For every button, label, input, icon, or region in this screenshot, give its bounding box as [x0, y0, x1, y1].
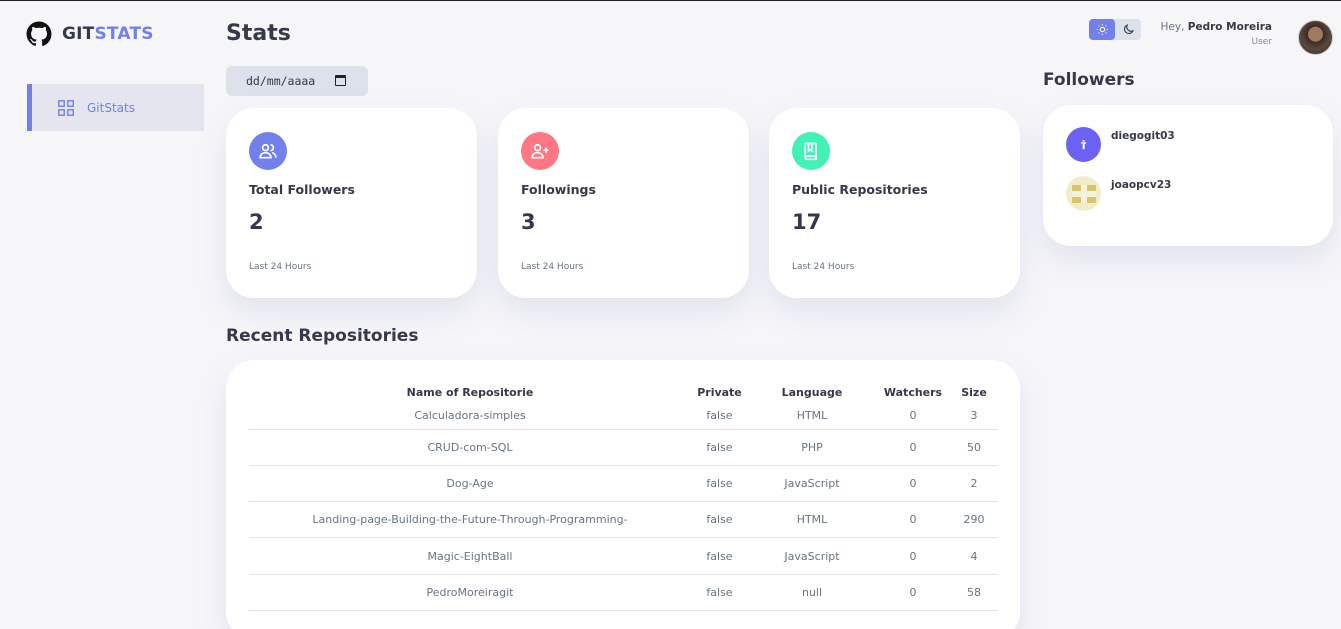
watchers-cell: 0 — [876, 501, 950, 539]
card-total-followers: Total Followers 2 Last 24 Hours — [226, 108, 477, 298]
table-row[interactable]: CRUD-com-SQL false PHP 0 50 — [249, 429, 998, 466]
table-row[interactable]: Magic-EightBall false JavaScript 0 4 — [249, 537, 998, 575]
followers-card: diegogit03 joaopcv23 — [1043, 105, 1333, 246]
follower-item[interactable]: joaopcv23 — [1066, 176, 1171, 211]
watchers-cell: 0 — [876, 429, 950, 466]
follower-avatar — [1066, 127, 1101, 162]
users-icon — [249, 132, 287, 170]
repo-name-cell: Magic-EightBall — [249, 537, 691, 575]
user-role: User — [1251, 37, 1272, 47]
github-icon — [26, 21, 52, 47]
card-subtitle: Last 24 Hours — [521, 262, 584, 272]
followers-title: Followers — [1043, 70, 1135, 90]
card-public-repositories: Public Repositories 17 Last 24 Hours — [769, 108, 1020, 298]
recent-repositories-title: Recent Repositories — [226, 326, 419, 346]
column-header-language: Language — [781, 385, 843, 399]
column-header-private: Private — [697, 385, 742, 399]
follower-name[interactable]: diegogit03 — [1111, 130, 1175, 142]
grid-icon — [58, 99, 74, 116]
card-label: Public Repositories — [792, 182, 928, 197]
language-cell: PHP — [748, 429, 876, 466]
card-label: Total Followers — [249, 182, 355, 197]
theme-toggle[interactable] — [1089, 19, 1141, 40]
watchers-cell: 0 — [876, 465, 950, 503]
avatar[interactable] — [1298, 20, 1333, 55]
moon-icon — [1123, 24, 1134, 35]
dark-mode-button[interactable] — [1115, 19, 1141, 40]
language-cell: null — [748, 574, 876, 611]
user-plus-icon — [521, 132, 559, 170]
card-label: Followings — [521, 182, 596, 197]
table-row[interactable]: Dog-Age false JavaScript 0 2 — [249, 465, 998, 503]
follower-name[interactable]: joaopcv23 — [1111, 179, 1171, 191]
table-row[interactable]: Calculadora-simples false HTML 0 3 — [249, 402, 998, 430]
watchers-cell: 0 — [876, 574, 950, 611]
column-header-size: Size — [961, 385, 987, 399]
watchers-cell: 0 — [876, 537, 950, 575]
repo-name-cell: Landing-page-Building-the-Future-Through… — [249, 501, 691, 539]
private-cell: false — [691, 501, 748, 539]
card-value: 3 — [521, 210, 536, 234]
user-name: Pedro Moreira — [1187, 21, 1272, 33]
follower-avatar — [1066, 176, 1101, 211]
private-cell: false — [691, 402, 748, 430]
date-filter-input[interactable]: dd/mm/aaaa — [226, 66, 368, 96]
sidebar-item-label: GitStats — [87, 100, 135, 115]
watchers-cell: 0 — [876, 402, 950, 430]
profile-info: Hey, Pedro Moreira User — [1161, 21, 1272, 47]
private-cell: false — [691, 574, 748, 611]
table-row[interactable]: Landing-page-Building-the-Future-Through… — [249, 501, 998, 539]
private-cell: false — [691, 465, 748, 503]
repo-name-cell: PedroMoreiragit — [249, 574, 691, 611]
card-subtitle: Last 24 Hours — [792, 262, 855, 272]
size-cell: 290 — [950, 501, 998, 539]
calendar-icon[interactable] — [335, 75, 346, 86]
size-cell: 4 — [950, 537, 998, 575]
sidebar-item-gitstats[interactable]: GitStats — [27, 84, 204, 131]
repo-name-cell: Dog-Age — [249, 465, 691, 503]
greeting: Hey, — [1160, 21, 1188, 33]
column-header-watchers: Watchers — [883, 385, 943, 399]
table-header-row: Name of Repositorie Private Language Wat… — [249, 382, 998, 402]
sun-icon — [1096, 24, 1108, 35]
size-cell: 58 — [950, 574, 998, 611]
size-cell: 2 — [950, 465, 998, 503]
language-cell: JavaScript — [748, 537, 876, 575]
private-cell: false — [691, 537, 748, 575]
language-cell: HTML — [748, 402, 876, 430]
date-placeholder: dd/mm/aaaa — [246, 74, 316, 88]
repo-name-cell: Calculadora-simples — [249, 402, 691, 430]
language-cell: HTML — [748, 501, 876, 539]
private-cell: false — [691, 429, 748, 466]
brand-name: GITSTATS — [62, 24, 154, 44]
repositories-table: Name of Repositorie Private Language Wat… — [249, 382, 998, 611]
table-row[interactable]: PedroMoreiragit false null 0 58 — [249, 574, 998, 611]
card-value: 2 — [249, 210, 264, 234]
follower-item[interactable]: diegogit03 — [1066, 127, 1175, 162]
size-cell: 3 — [950, 402, 998, 430]
repositories-table-card: Name of Repositorie Private Language Wat… — [226, 360, 1020, 629]
repo-name-cell: CRUD-com-SQL — [249, 429, 691, 466]
brand-logo[interactable]: GITSTATS — [26, 21, 154, 47]
book-icon — [792, 132, 830, 170]
light-mode-button[interactable] — [1089, 19, 1115, 40]
card-followings: Followings 3 Last 24 Hours — [498, 108, 749, 298]
card-subtitle: Last 24 Hours — [249, 262, 312, 272]
size-cell: 50 — [950, 429, 998, 466]
column-header-name: Name of Repositorie — [406, 385, 534, 399]
language-cell: JavaScript — [748, 465, 876, 503]
card-value: 17 — [792, 210, 822, 234]
page-title: Stats — [226, 21, 291, 46]
